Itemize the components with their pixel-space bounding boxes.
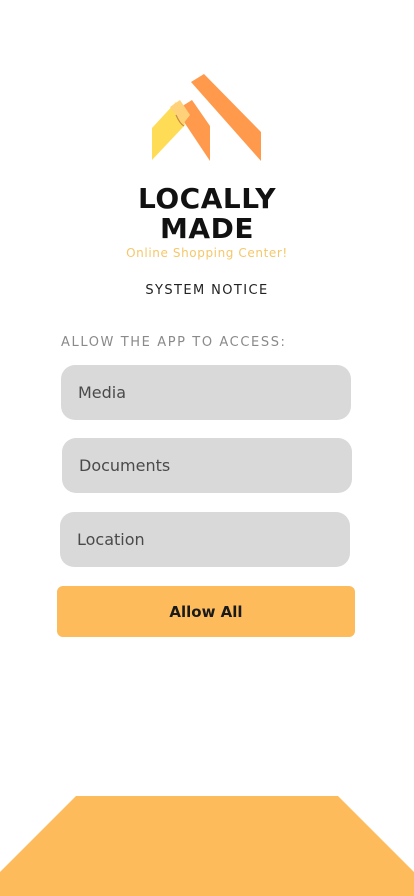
location-permission-label: Location (77, 530, 145, 549)
brand-title-line2: MADE (160, 212, 254, 245)
access-label: ALLOW THE APP TO ACCESS: (61, 335, 287, 350)
documents-permission-field[interactable]: Documents (62, 438, 352, 493)
documents-permission-label: Documents (79, 456, 171, 475)
brand-title-line1: LOCALLY (138, 182, 276, 215)
system-notice-title: SYSTEM NOTICE (145, 283, 269, 298)
brand-title: LOCALLY MADE (0, 184, 414, 244)
media-permission-field[interactable]: Media (61, 365, 351, 420)
location-permission-field[interactable]: Location (60, 512, 350, 567)
allow-all-button[interactable]: Allow All (57, 586, 355, 637)
brand-tagline: Online Shopping Center! (126, 246, 288, 260)
footer-decoration (0, 796, 414, 896)
house-roof-logo-icon (152, 74, 261, 161)
media-permission-label: Media (78, 383, 127, 402)
